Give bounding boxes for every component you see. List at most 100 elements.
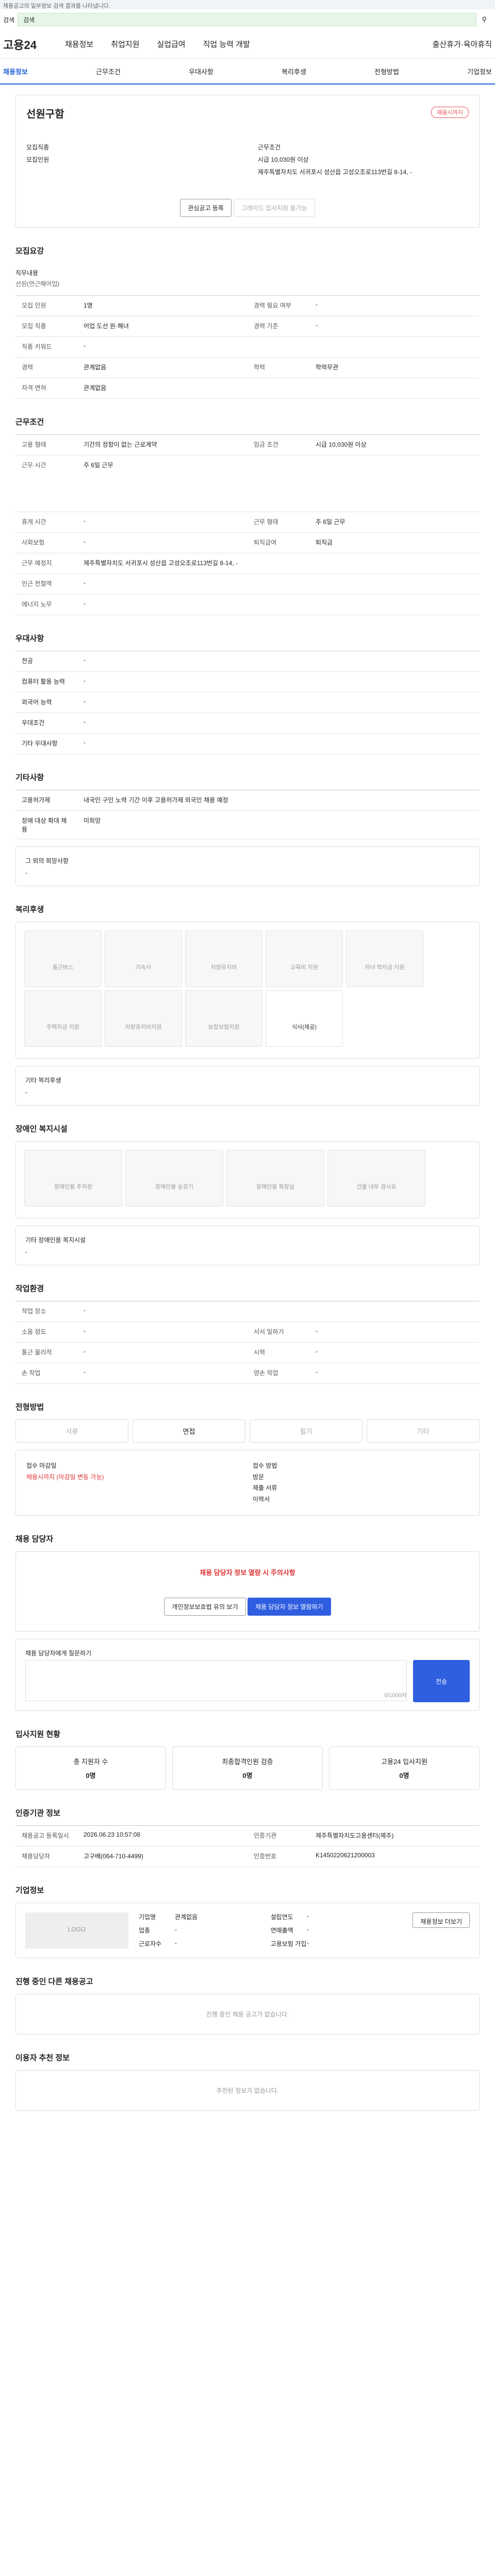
label: 우대조건 [15, 713, 77, 734]
tab[interactable]: 채용정보 [3, 66, 28, 76]
tab[interactable]: 우대사항 [189, 66, 213, 76]
rec-empty: 추천된 정보가 없습니다. [15, 2070, 480, 2111]
value: 1명 [77, 296, 248, 316]
job-summary: 선원구함 채용시까지 모집직종 모집인원 근무조건 시급 10,030원 이상 … [15, 95, 480, 228]
apply-button[interactable]: 그레이드 입사지원 불가능 [233, 199, 315, 217]
rec-title: 이용자 추천 정보 [15, 2054, 70, 2063]
job-desc-value: 선원(연근해어업) [15, 280, 60, 287]
notice-bar: 채용공고의 일부정보 검색 결과를 나타냅니다. [0, 0, 495, 9]
label: 근무 형태 [248, 512, 309, 533]
info-table: 채용공고 등록일시 2026.06.23 10:57:08 인증기관 제주특별자치도고… [15, 1825, 480, 1868]
label: 고용 형태 [15, 435, 77, 455]
sel-box: 접수 마감일 채용시까지 (마감일 변동 가능) 접수 방법 방문 제출 서류 이력서 [15, 1450, 480, 1516]
view-contact-button[interactable]: 채용 담당자 정보 열람하기 [248, 1598, 331, 1616]
dis-item: 장애인용 승강기 [125, 1150, 223, 1207]
method: 필기 [250, 1419, 362, 1443]
gnb-menu[interactable]: 채용정보 [65, 39, 93, 49]
gnb-menu[interactable]: 직업 능력 개발 [203, 39, 250, 49]
value: - [306, 1912, 309, 1920]
stat-title: 입사지원 현황 [15, 1730, 60, 1739]
deadline-label: 접수 마감일 [26, 1462, 57, 1469]
value: - [306, 1939, 309, 1947]
welfare-etc-label: 기타 복리후생 [25, 1077, 61, 1084]
search-bar: 검색 검색 ⚲ [0, 9, 495, 30]
tab[interactable]: 기업정보 [467, 66, 492, 76]
welfare-item: 보장보험지원 [185, 990, 262, 1047]
privacy-button[interactable]: 개인정보보호법 유의 보기 [164, 1598, 246, 1616]
welfare-item: 주택자금 지원 [24, 990, 102, 1047]
welfare-item: 기숙사 [105, 930, 182, 987]
env-title: 작업환경 [15, 1284, 44, 1293]
label: 에너지 노무 [15, 595, 77, 615]
label: 직종 키워드 [15, 337, 77, 358]
search-input[interactable]: 검색 [18, 13, 476, 26]
label: 근무 예정지 [15, 553, 77, 574]
apply-method-value: 방문 [253, 1473, 265, 1481]
value: - [77, 512, 248, 533]
value: - [77, 1301, 480, 1322]
tab[interactable]: 전형방법 [374, 66, 399, 76]
value: 기간의 정함이 없는 근로계약 [77, 435, 248, 455]
recruit-title: 모집요강 [15, 247, 44, 256]
label: 채용공고 등록일시 [15, 1826, 77, 1847]
welfare-item: 교육비 지원 [266, 930, 343, 987]
label: 연매출액 [270, 1927, 293, 1935]
value: - [77, 337, 480, 358]
global-nav: 고용24 채용정보 취업지원 실업급여 직업 능력 개발 출산휴가·육아휴직 [0, 30, 495, 59]
method: 면접 [133, 1419, 245, 1443]
value: 시급 10,030원 이상 [309, 435, 480, 455]
job-desc: 직무내용 선원(연근해어업) [15, 263, 480, 295]
welfare-item: 차량유지비 [185, 930, 262, 987]
stat-box: 총 지원자 수 0명 최종합격인원 검증 0명 고용24 입사지원 0명 [15, 1747, 480, 1790]
value: 미희망 [77, 811, 480, 839]
welfare-item: 차량유지비지원 [105, 990, 182, 1047]
label: 작업 장소 [15, 1301, 77, 1322]
label: 전공 [15, 651, 77, 672]
corp-title: 기업정보 [15, 1886, 44, 1895]
stat-label: 최종합격인원 검증 [222, 1758, 273, 1766]
logo[interactable]: 고용24 [3, 36, 65, 53]
company-label: 모집인원 [26, 156, 50, 163]
search-icon[interactable]: ⚲ [476, 15, 492, 24]
qa-counter: 0/1000자 [384, 1692, 407, 1699]
welfare-etc: 기타 복리후생 - [15, 1066, 480, 1106]
label: 장애 대상 확대 채용 [15, 811, 77, 839]
corp-box: LOGO 기업명 관계없음 설립연도 - 업종 - 연매출액 - 근로자수 - 고용보험 가입 -… [15, 1903, 480, 1959]
stat-item: 총 지원자 수 0명 [15, 1747, 166, 1790]
label: 근로자수 [139, 1940, 162, 1948]
tab[interactable]: 복리후생 [282, 66, 306, 76]
corp-more-button[interactable]: 채용정보 더보기 [412, 1912, 470, 1928]
label: 기타 우대사항 [15, 734, 77, 754]
label: 양손 작업 [248, 1363, 309, 1384]
value: - [309, 1343, 480, 1363]
gnb-right[interactable]: 출산휴가·육아휴직 [433, 39, 492, 49]
dis-etc-value: - [25, 1248, 27, 1256]
dis-item: 장애인용 화장실 [226, 1150, 324, 1207]
label: 소음 정도 [15, 1322, 77, 1343]
favorite-button[interactable]: 관심공고 등록 [180, 199, 232, 217]
etc-title: 기타사항 [15, 773, 44, 782]
tab[interactable]: 근무조건 [96, 66, 121, 76]
qa-send-button[interactable]: 전송 [413, 1660, 470, 1703]
value: - [309, 1363, 480, 1384]
career-label: 근무조건 [258, 144, 281, 151]
gnb-menu[interactable]: 취업지원 [111, 39, 139, 49]
gnb-menu[interactable]: 실업급여 [157, 39, 185, 49]
qa-textarea[interactable] [25, 1660, 407, 1702]
info-title: 인증기관 정보 [15, 1809, 60, 1818]
label: 모집 인원 [15, 296, 77, 316]
value: - [77, 651, 480, 672]
qa-box: 채용 담당자에게 질문하기 0/1000자 전송 [15, 1639, 480, 1711]
other-empty: 진행 중인 채용 공고가 없습니다. [15, 1994, 480, 2035]
stat-item: 고용24 입사지원 0명 [329, 1747, 480, 1790]
etc-note-value: - [25, 869, 27, 876]
value: 관계없음 [77, 358, 248, 378]
label: 사회보험 [15, 533, 77, 553]
label: 근무 시간 [15, 455, 77, 512]
etc-table: 고용허가제 내국인 구인 노력 기간 이후 고용허가제 외국인 채용 예정 장애 … [15, 790, 480, 839]
sel-title: 전형방법 [15, 1403, 44, 1412]
search-label: 검색 [3, 16, 15, 24]
stat-value: 0명 [86, 1772, 96, 1780]
value: - [77, 672, 480, 692]
value: 관계없음 [77, 378, 480, 399]
